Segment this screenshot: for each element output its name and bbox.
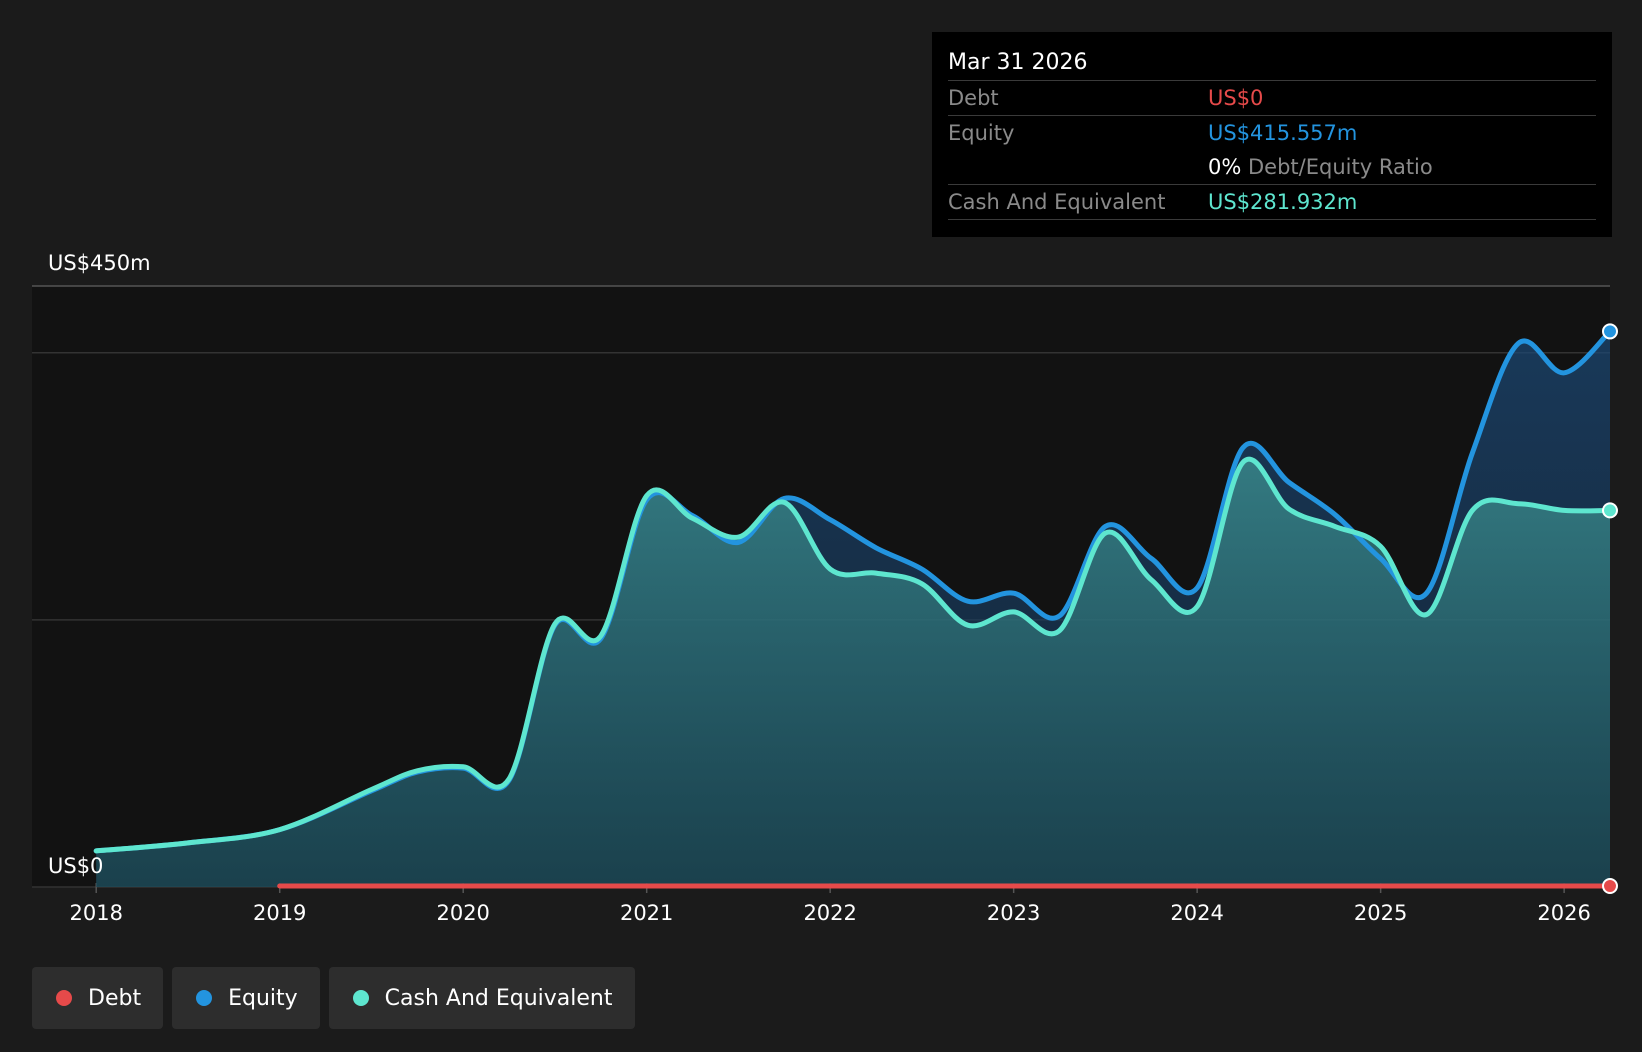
tooltip-row-ratio: 0% Debt/Equity Ratio	[948, 150, 1596, 185]
legend-label-cash: Cash And Equivalent	[384, 985, 613, 1011]
tooltip-ratio-spacer	[948, 150, 1208, 184]
legend-label-equity: Equity	[228, 985, 298, 1011]
tooltip-equity-value: US$415.557m	[1208, 121, 1358, 145]
legend-label-debt: Debt	[88, 985, 142, 1011]
x-tick-label-4: 2022	[803, 901, 856, 925]
tooltip-date: Mar 31 2026	[948, 46, 1596, 81]
x-tick-label-2: 2020	[436, 901, 489, 925]
x-axis-labels: 2018 2019 2020 2021 2022 2023 2024 2025 2026	[69, 901, 1590, 925]
tooltip-row-equity: Equity US$415.557m	[948, 116, 1596, 150]
tooltip-ratio-label: Debt/Equity Ratio	[1248, 155, 1433, 179]
legend-item-equity[interactable]: Equity	[172, 967, 320, 1029]
tooltip-equity-label: Equity	[948, 121, 1015, 145]
legend-dot-cash-icon	[352, 990, 369, 1006]
y-tick-label-0: US$450m	[48, 251, 151, 275]
x-tick-label-1: 2019	[253, 901, 306, 925]
tooltip-debt-label: Debt	[948, 86, 999, 110]
legend-item-debt[interactable]: Debt	[32, 967, 164, 1029]
legend-dot-equity-icon	[196, 990, 213, 1006]
tooltip-cash-label: Cash And Equivalent	[948, 190, 1166, 214]
tooltip-debt-value: US$0	[1208, 86, 1264, 110]
tooltip: Mar 31 2026 Debt US$0 Equity US$415.557m…	[932, 32, 1612, 237]
tooltip-ratio-value: 0%	[1208, 155, 1242, 179]
tooltip-ratio: 0% Debt/Equity Ratio	[1208, 150, 1433, 184]
legend-item-cash[interactable]: Cash And Equivalent	[328, 967, 635, 1029]
tooltip-cash-value: US$281.932m	[1208, 190, 1358, 214]
tooltip-row-cash: Cash And Equivalent US$281.932m	[948, 185, 1596, 220]
x-tick-label-5: 2023	[987, 901, 1040, 925]
end-marker-debt	[1602, 878, 1618, 894]
x-tick-label-6: 2024	[1170, 901, 1223, 925]
x-tick-label-7: 2025	[1354, 901, 1407, 925]
legend: Debt Equity Cash And Equivalent	[32, 967, 635, 1029]
x-tick-label-0: 2018	[69, 901, 122, 925]
legend-dot-debt-icon	[56, 990, 72, 1006]
end-marker-cash-and-equivalent	[1602, 502, 1618, 519]
y-tick-label-1: US$0	[48, 854, 103, 878]
x-tick-label-8: 2026	[1537, 901, 1590, 925]
x-tick-label-3: 2021	[620, 901, 673, 925]
tooltip-row-debt: Debt US$0	[948, 81, 1596, 116]
end-marker-equity	[1602, 323, 1618, 340]
